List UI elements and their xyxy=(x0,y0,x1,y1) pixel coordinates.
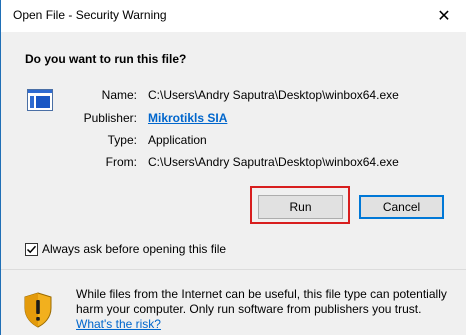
close-button[interactable]: ✕ xyxy=(421,0,466,32)
detail-row-publisher: Publisher: Mikrotikls SIA xyxy=(1,111,466,129)
whats-the-risk-link[interactable]: What's the risk? xyxy=(76,317,161,331)
publisher-label: Publisher: xyxy=(83,111,137,125)
title-bar: Open File - Security Warning ✕ xyxy=(1,0,466,32)
detail-row-type: Type: Application xyxy=(1,133,466,151)
always-ask-label[interactable]: Always ask before opening this file xyxy=(42,242,226,256)
run-question: Do you want to run this file? xyxy=(25,52,187,66)
from-label: From: xyxy=(105,155,137,169)
publisher-link[interactable]: Mikrotikls SIA xyxy=(148,111,227,125)
cancel-button[interactable]: Cancel xyxy=(359,195,444,219)
run-button-label: Run xyxy=(289,200,312,214)
detail-row-from: From: C:\Users\Andry Saputra\Desktop\win… xyxy=(1,155,466,173)
always-ask-checkbox[interactable] xyxy=(25,243,38,256)
name-label: Name: xyxy=(101,88,137,102)
name-value: C:\Users\Andry Saputra\Desktop\winbox64.… xyxy=(148,88,399,102)
type-value: Application xyxy=(148,133,207,147)
security-warning-dialog: Open File - Security Warning ✕ Do you wa… xyxy=(0,0,466,335)
window-title: Open File - Security Warning xyxy=(13,8,167,22)
cancel-button-label: Cancel xyxy=(382,200,421,214)
checkmark-icon xyxy=(26,245,37,254)
detail-row-name: Name: C:\Users\Andry Saputra\Desktop\win… xyxy=(1,88,466,106)
type-label: Type: xyxy=(107,133,137,147)
close-icon: ✕ xyxy=(437,8,451,25)
warning-message: While files from the Internet can be use… xyxy=(76,287,447,316)
run-button[interactable]: Run xyxy=(258,195,343,219)
from-value: C:\Users\Andry Saputra\Desktop\winbox64.… xyxy=(148,155,399,169)
security-shield-icon xyxy=(23,292,53,328)
